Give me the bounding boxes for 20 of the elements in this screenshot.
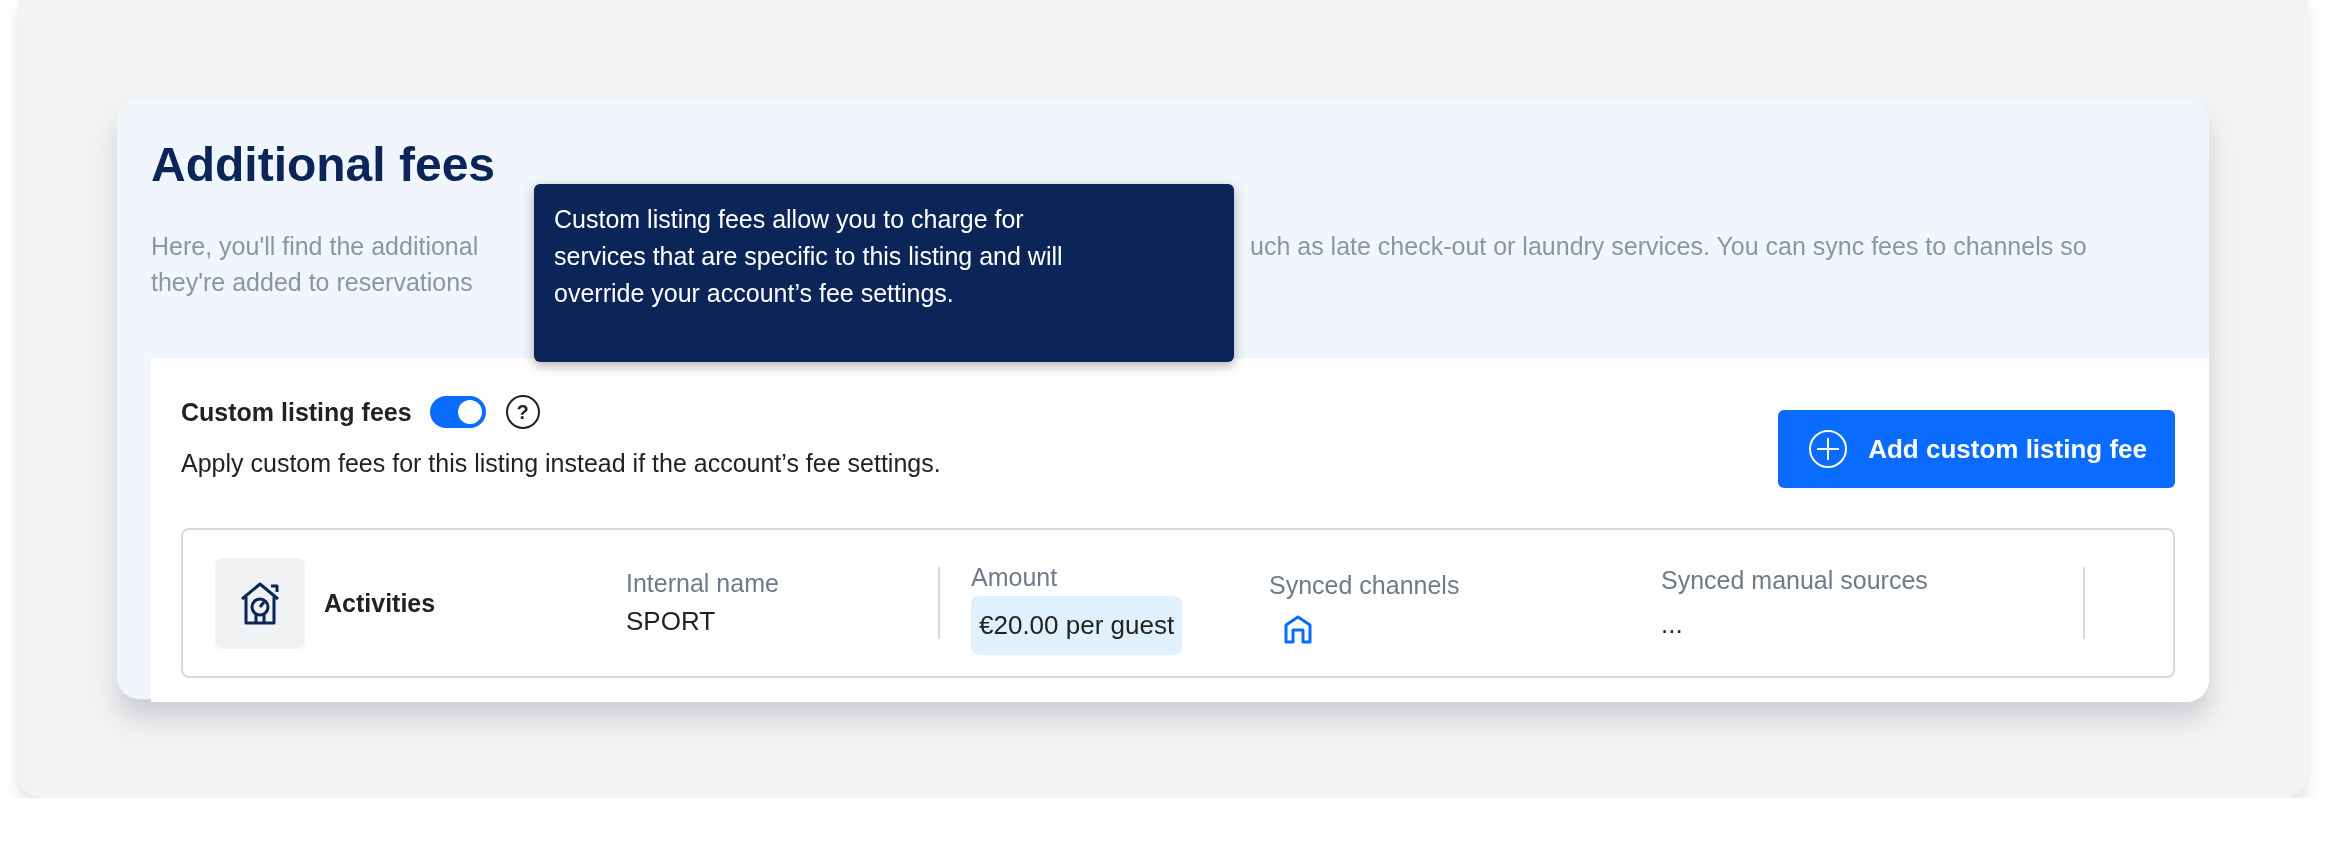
- fee-name: Activities: [324, 588, 437, 618]
- column-label: Internal name: [626, 569, 780, 598]
- column-label: Amount: [971, 563, 1058, 592]
- plus-circle-icon: [1808, 429, 1849, 469]
- column-label: Synced channels: [1269, 570, 1461, 600]
- section-subtitle: Apply custom fees for this listing instead if the account’s fee settings.: [181, 449, 941, 478]
- help-icon[interactable]: ?: [505, 395, 540, 429]
- internal-name: SPORT: [626, 606, 717, 637]
- house-icon: [1283, 613, 1313, 644]
- manual-sources: ...: [1661, 609, 1684, 640]
- description-text: Here, you'll find the additional: [151, 231, 479, 262]
- amount-chip: €20.00 per guest: [971, 596, 1183, 655]
- tooltip: Custom listing fees allow you to charge for services that are specific to this listing and will override your account’s fee settings.: [534, 184, 1234, 362]
- description-text: they're added to reservations: [151, 267, 473, 298]
- toggle-switch[interactable]: [429, 396, 486, 428]
- column-label: Synced manual sources: [1661, 566, 1929, 595]
- description-text: uch as late check-out or laundry services. You can sync fees to channels so: [1250, 231, 2087, 262]
- section-label: Custom listing fees: [181, 397, 412, 427]
- add-fee-button[interactable]: Add custom listing fee: [1778, 410, 2175, 488]
- page-title: Additional fees: [151, 137, 497, 193]
